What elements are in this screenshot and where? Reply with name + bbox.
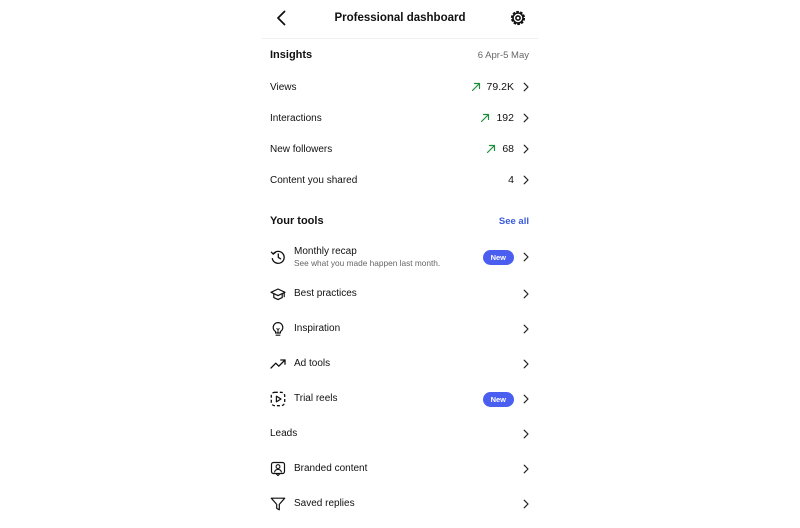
insight-value: 79.2K xyxy=(486,81,514,93)
new-badge: New xyxy=(482,391,514,407)
insight-label: Interactions xyxy=(270,112,322,124)
settings-button[interactable] xyxy=(507,7,529,29)
insight-row-content-shared[interactable]: Content you shared 4 xyxy=(270,170,530,190)
tool-subtitle: See what you made happen last month. xyxy=(294,257,441,268)
history-icon xyxy=(270,250,285,264)
branded-content-icon xyxy=(270,461,286,477)
tool-text: Trial reels xyxy=(294,393,483,405)
tool-ad-tools[interactable]: Ad tools xyxy=(270,351,530,377)
tool-label: Monthly recap xyxy=(294,245,357,257)
tool-text: Saved replies xyxy=(294,498,514,510)
insight-value-group: 192 xyxy=(480,112,514,124)
insight-label: Content you shared xyxy=(270,174,358,186)
tool-label: Best practices xyxy=(294,288,357,299)
chevron-right-icon xyxy=(523,464,529,474)
chevron-right-icon xyxy=(523,252,529,262)
insight-label: Views xyxy=(270,81,297,93)
tool-text: Branded content xyxy=(294,463,514,475)
page-title: Professional dashboard xyxy=(334,12,466,24)
insight-value: 68 xyxy=(502,143,514,155)
insight-value: 4 xyxy=(508,174,514,186)
professional-dashboard-screen: Professional dashboard Insights 6 Apr-5 … xyxy=(262,0,538,528)
chevron-right-icon xyxy=(523,289,529,299)
see-all-link[interactable]: See all xyxy=(499,216,529,227)
insights-header: Insights 6 Apr-5 May xyxy=(270,47,529,63)
header: Professional dashboard xyxy=(262,0,538,39)
tool-text: Leads xyxy=(270,428,514,440)
back-button[interactable] xyxy=(272,8,292,28)
tool-trial-reels[interactable]: Trial reels New xyxy=(270,386,530,412)
tool-best-practices[interactable]: Best practices xyxy=(270,281,530,307)
tool-text: Inspiration xyxy=(294,323,514,335)
chevron-right-icon xyxy=(523,144,529,154)
trending-up-icon xyxy=(270,359,286,369)
lightbulb-icon xyxy=(272,322,284,336)
trend-up-icon xyxy=(481,113,490,123)
tool-inspiration[interactable]: Inspiration xyxy=(270,316,530,342)
tool-label: Ad tools xyxy=(294,358,331,369)
tool-label: Saved replies xyxy=(294,498,355,509)
chevron-right-icon xyxy=(523,429,529,439)
insight-value: 192 xyxy=(496,112,514,124)
chevron-right-icon xyxy=(523,113,529,123)
trend-up-icon xyxy=(487,144,496,154)
insight-row-interactions[interactable]: Interactions 192 xyxy=(270,108,530,128)
insight-row-views[interactable]: Views 79.2K xyxy=(270,77,530,97)
tool-label: Branded content xyxy=(294,463,368,474)
tool-saved-replies[interactable]: Saved replies xyxy=(270,491,530,517)
tool-monthly-recap[interactable]: Monthly recap See what you made happen l… xyxy=(270,244,530,270)
insight-row-new-followers[interactable]: New followers 68 xyxy=(270,139,530,159)
back-arrow-icon xyxy=(277,10,286,26)
graduation-cap-icon xyxy=(270,288,286,301)
tool-text: Monthly recap See what you made happen l… xyxy=(294,246,483,269)
insights-title: Insights xyxy=(270,49,313,61)
insight-value-group: 4 xyxy=(508,174,514,186)
tool-leads[interactable]: Leads xyxy=(270,421,530,447)
tool-label: Trial reels xyxy=(294,393,338,404)
date-range[interactable]: 6 Apr-5 May xyxy=(478,50,529,61)
insight-label: New followers xyxy=(270,143,333,155)
tool-branded-content[interactable]: Branded content xyxy=(270,456,530,482)
saved-replies-icon xyxy=(270,497,286,511)
chevron-right-icon xyxy=(523,175,529,185)
trial-reels-icon xyxy=(270,391,286,407)
tool-text: Best practices xyxy=(294,288,514,300)
chevron-right-icon xyxy=(523,359,529,369)
tool-label: Leads xyxy=(270,428,298,439)
trend-up-icon xyxy=(471,82,480,92)
new-badge: New xyxy=(482,249,514,265)
chevron-right-icon xyxy=(523,324,529,334)
tool-text: Ad tools xyxy=(294,358,514,370)
chevron-right-icon xyxy=(523,394,529,404)
gear-icon xyxy=(510,10,526,26)
tools-header: Your tools See all xyxy=(270,213,529,229)
insight-value-group: 68 xyxy=(486,143,514,155)
chevron-right-icon xyxy=(523,499,529,509)
tool-label: Inspiration xyxy=(294,323,341,334)
tools-title: Your tools xyxy=(270,215,324,227)
chevron-right-icon xyxy=(523,82,529,92)
insight-value-group: 79.2K xyxy=(471,81,514,93)
